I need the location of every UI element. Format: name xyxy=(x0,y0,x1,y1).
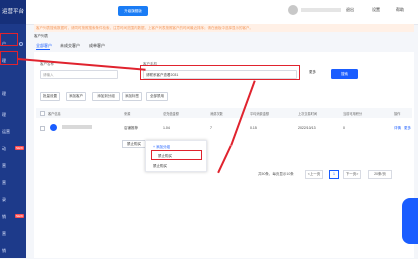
pagination-total: 共50条，每页显示10条 xyxy=(258,172,294,176)
sidebar-item-label: 销 xyxy=(2,214,6,219)
sidebar-item-4[interactable]: 理 xyxy=(0,107,26,123)
customer-avatar xyxy=(50,124,57,131)
user-name xyxy=(301,8,341,12)
cell-count: 7 xyxy=(210,126,212,130)
col-customer: 客户信息 xyxy=(48,112,61,116)
page-1-button[interactable]: 1 xyxy=(329,170,339,179)
customer-name xyxy=(62,125,92,129)
ban-purchase-button[interactable]: 禁止购买 xyxy=(122,140,146,148)
name-label: 客户名称 xyxy=(40,62,54,66)
next-page-button[interactable]: 下一页> xyxy=(343,170,361,179)
sidebar-item-10[interactable]: 销 NEW xyxy=(0,209,26,225)
cell-source: 店铺推荐 xyxy=(124,126,138,130)
sidebar-item-label: 营 xyxy=(2,163,6,168)
cell-last-time: 2022/10/13 xyxy=(298,126,316,130)
highlight-box xyxy=(0,33,18,46)
highlight-box xyxy=(0,51,18,65)
sidebar-item-12[interactable]: 销 xyxy=(0,243,26,259)
sidebar-item-9[interactable]: 录 xyxy=(0,192,26,208)
breadcrumb: 客户列表 xyxy=(34,34,48,38)
select-all-checkbox[interactable] xyxy=(40,111,45,116)
sidebar-item-label: 理 xyxy=(2,112,6,117)
search-button[interactable]: 搜索 xyxy=(331,69,358,79)
settings-link[interactable]: 设置 xyxy=(372,7,380,13)
cell-amount: 1.04 xyxy=(163,126,170,130)
logout-link[interactable]: 退出 xyxy=(346,7,354,13)
sidebar-item-8[interactable]: 营 xyxy=(0,175,26,191)
sidebar-item-label: 动 xyxy=(2,146,6,151)
sidebar-item-label: 录 xyxy=(2,197,6,202)
ban-option-2[interactable]: 禁止购买 xyxy=(153,164,167,169)
col-ops: 操作 xyxy=(394,112,401,116)
sidebar-item-7[interactable]: 营 xyxy=(0,158,26,174)
col-last-time: 上次交易时间 xyxy=(298,112,318,116)
add-customer-button[interactable]: 添加客户 xyxy=(66,92,86,101)
highlight-box xyxy=(140,65,300,80)
avatar[interactable] xyxy=(288,5,298,15)
sidebar-item-label: 理 xyxy=(2,91,6,96)
floating-support-button[interactable] xyxy=(402,198,418,244)
content-panel xyxy=(34,52,414,258)
table-header: 客户信息 来源 总充值金额 消费次数 平均消费金额 上次交易时间 当前可用积分 … xyxy=(36,108,412,118)
add-tag-button[interactable]: 添加标签 xyxy=(122,92,142,101)
new-badge: NEW xyxy=(15,214,24,218)
batch-settings-button[interactable]: 批量设置 xyxy=(40,92,60,101)
more-filter-link[interactable]: 更多 xyxy=(309,70,316,75)
sidebar-item-3[interactable]: 理 xyxy=(0,86,26,102)
detail-link[interactable]: 详情 xyxy=(394,126,401,131)
name-placeholder: 请输入 xyxy=(43,73,54,77)
row-checkbox[interactable] xyxy=(40,126,45,131)
col-avg: 平均消费金额 xyxy=(250,112,270,116)
col-points: 当前可用积分 xyxy=(343,112,363,116)
brand-title: 运营平台 xyxy=(0,0,26,24)
tab-ordered[interactable]: 成单客户 xyxy=(89,43,105,49)
sidebar-item-6[interactable]: 动 NEW xyxy=(0,141,26,157)
add-to-group-button[interactable]: 添加到分组 xyxy=(92,92,120,101)
cell-avg: 0.15 xyxy=(250,126,257,130)
new-badge: NEW xyxy=(15,146,24,150)
col-count: 消费次数 xyxy=(210,112,223,116)
sidebar-item-label: 营 xyxy=(2,180,6,185)
top-bar: 升级旗舰版 退出 设置 帮助 xyxy=(26,0,418,25)
page-size-select[interactable]: 20条/页 xyxy=(368,170,392,179)
cell-points: 0 xyxy=(343,126,345,130)
sidebar-item-label: 营 xyxy=(2,231,6,236)
chevron-icon xyxy=(19,42,23,46)
tab-unpaid[interactable]: 未成交客户 xyxy=(60,43,80,49)
sidebar-item-label: 销 xyxy=(2,248,6,253)
sidebar-item-label: 运营 xyxy=(2,129,10,134)
name-input[interactable]: 请输入 xyxy=(40,70,118,79)
highlight-box xyxy=(151,150,202,160)
upgrade-button[interactable]: 升级旗舰版 xyxy=(118,6,148,16)
notice-bar: 客户列表搜索数据时，请同时按照搜索条件检索，注意时间范围内数据，上客户列表按照客… xyxy=(34,24,414,32)
help-link[interactable]: 帮助 xyxy=(396,7,404,13)
tab-indicator xyxy=(36,49,50,50)
disable-all-button[interactable]: 全部禁用 xyxy=(146,92,168,101)
col-amount: 总充值金额 xyxy=(163,112,179,116)
prev-page-button[interactable]: <上一页 xyxy=(305,170,323,179)
sidebar-item-11[interactable]: 营 xyxy=(0,226,26,242)
sidebar-item-5[interactable]: 运营 xyxy=(0,124,26,140)
col-source: 来源 xyxy=(124,112,131,116)
more-link[interactable]: 更多 xyxy=(404,126,411,131)
table-row: 店铺推荐 1.04 7 0.15 2022/10/13 0 详情 更多 xyxy=(36,121,412,139)
